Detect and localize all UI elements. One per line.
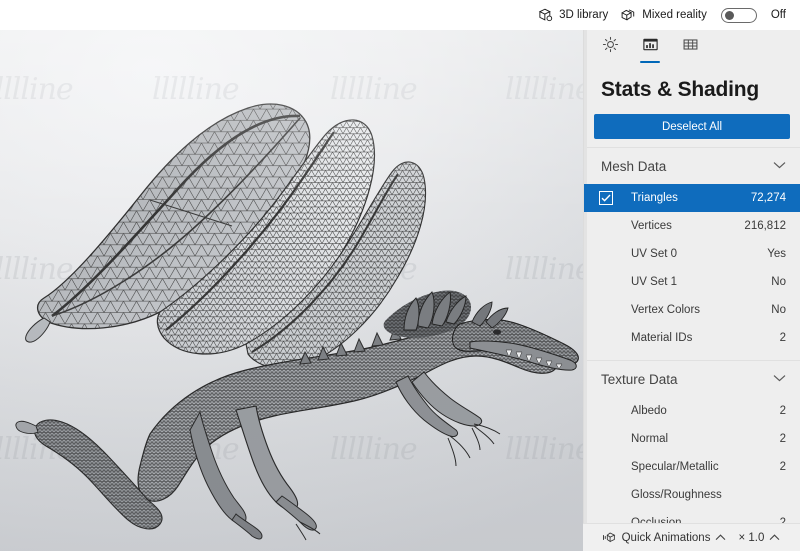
row-value: 216,812 bbox=[744, 220, 786, 232]
mixed-reality-label: Mixed reality bbox=[642, 9, 707, 21]
mixed-reality-toggle-group[interactable]: Off bbox=[713, 2, 792, 28]
panel-tabs bbox=[584, 30, 800, 63]
row-label: Gloss/Roughness bbox=[631, 489, 722, 501]
table-row[interactable]: Gloss/Roughness bbox=[584, 481, 800, 509]
row-label: Normal bbox=[631, 433, 669, 445]
row-checkbox[interactable] bbox=[599, 191, 613, 205]
table-row[interactable]: Material IDs 2 bbox=[584, 324, 800, 352]
tab-texture-grid[interactable] bbox=[678, 36, 702, 62]
app-root: 3D library Mixed reality Off llllline bbox=[0, 0, 800, 551]
tab-indicator bbox=[600, 61, 620, 63]
properties-panel: Stats & Shading Deselect All Mesh Data T… bbox=[583, 30, 800, 551]
row-label: Specular/Metallic bbox=[631, 461, 719, 473]
row-label: Material IDs bbox=[631, 332, 693, 344]
top-command-bar: 3D library Mixed reality Off bbox=[0, 0, 800, 30]
row-value: 2 bbox=[779, 461, 786, 473]
row-value: Yes bbox=[767, 248, 786, 260]
toggle-knob bbox=[724, 10, 734, 20]
3d-library-label: 3D library bbox=[559, 9, 609, 21]
mixed-reality-icon bbox=[620, 8, 636, 23]
3d-library-button[interactable]: 3D library bbox=[532, 2, 614, 28]
row-value: 2 bbox=[779, 332, 786, 344]
table-row[interactable]: UV Set 1 No bbox=[584, 268, 800, 296]
3d-viewport[interactable]: llllline llllline llllline llllline llll… bbox=[0, 30, 583, 551]
row-label: Albedo bbox=[631, 405, 667, 417]
bottom-bar: Quick Animations × 1.0 bbox=[583, 523, 800, 551]
animation-cube-icon bbox=[602, 531, 617, 544]
row-label: UV Set 1 bbox=[631, 276, 678, 288]
tab-indicator bbox=[680, 61, 700, 63]
sun-lighting-icon bbox=[602, 36, 618, 53]
stats-chart-icon bbox=[642, 38, 658, 51]
chevron-down-icon[interactable] bbox=[773, 161, 786, 172]
cube-3d-icon bbox=[538, 8, 553, 23]
dragon-wireframe-model bbox=[15, 103, 579, 541]
toggle-state-label: Off bbox=[770, 9, 786, 21]
row-label: Triangles bbox=[631, 192, 678, 204]
quick-animations-button[interactable]: Quick Animations bbox=[602, 531, 727, 544]
table-row[interactable]: Vertices 216,812 bbox=[584, 212, 800, 240]
animation-speed-control[interactable]: × 1.0 bbox=[738, 532, 780, 544]
row-value: No bbox=[771, 304, 786, 316]
section-title: Mesh Data bbox=[601, 158, 667, 174]
chevron-down-icon[interactable] bbox=[773, 374, 786, 385]
row-label: Vertex Colors bbox=[631, 304, 701, 316]
mixed-reality-button[interactable]: Mixed reality bbox=[614, 2, 713, 28]
section-header-texture-data[interactable]: Texture Data bbox=[584, 360, 800, 397]
tab-indicator bbox=[640, 61, 660, 63]
animation-speed-label: × 1.0 bbox=[738, 531, 765, 544]
row-value: No bbox=[771, 276, 786, 288]
tab-lighting[interactable] bbox=[598, 36, 622, 62]
table-row[interactable]: Specular/Metallic 2 bbox=[584, 453, 800, 481]
table-row[interactable]: Triangles 72,274 bbox=[584, 184, 800, 212]
table-row[interactable]: UV Set 0 Yes bbox=[584, 240, 800, 268]
table-row[interactable]: Albedo 2 bbox=[584, 397, 800, 425]
grid-texture-icon bbox=[683, 39, 697, 50]
row-label: UV Set 0 bbox=[631, 248, 678, 260]
tab-stats-shading[interactable] bbox=[638, 36, 662, 63]
row-value: 2 bbox=[779, 433, 786, 445]
quick-animations-label: Quick Animations bbox=[621, 531, 711, 544]
page-title: Stats & Shading bbox=[601, 78, 760, 101]
table-row[interactable]: Normal 2 bbox=[584, 425, 800, 453]
mixed-reality-toggle[interactable] bbox=[720, 7, 757, 23]
table-row[interactable]: Vertex Colors No bbox=[584, 296, 800, 324]
chevron-up-icon[interactable] bbox=[715, 534, 726, 541]
deselect-all-button[interactable]: Deselect All bbox=[594, 114, 790, 139]
section-title: Texture Data bbox=[601, 371, 678, 387]
row-label: Vertices bbox=[631, 220, 672, 232]
section-header-mesh-data[interactable]: Mesh Data bbox=[584, 147, 800, 184]
chevron-up-icon[interactable] bbox=[769, 534, 780, 541]
row-value: 72,274 bbox=[750, 192, 786, 204]
row-value: 2 bbox=[779, 405, 786, 417]
